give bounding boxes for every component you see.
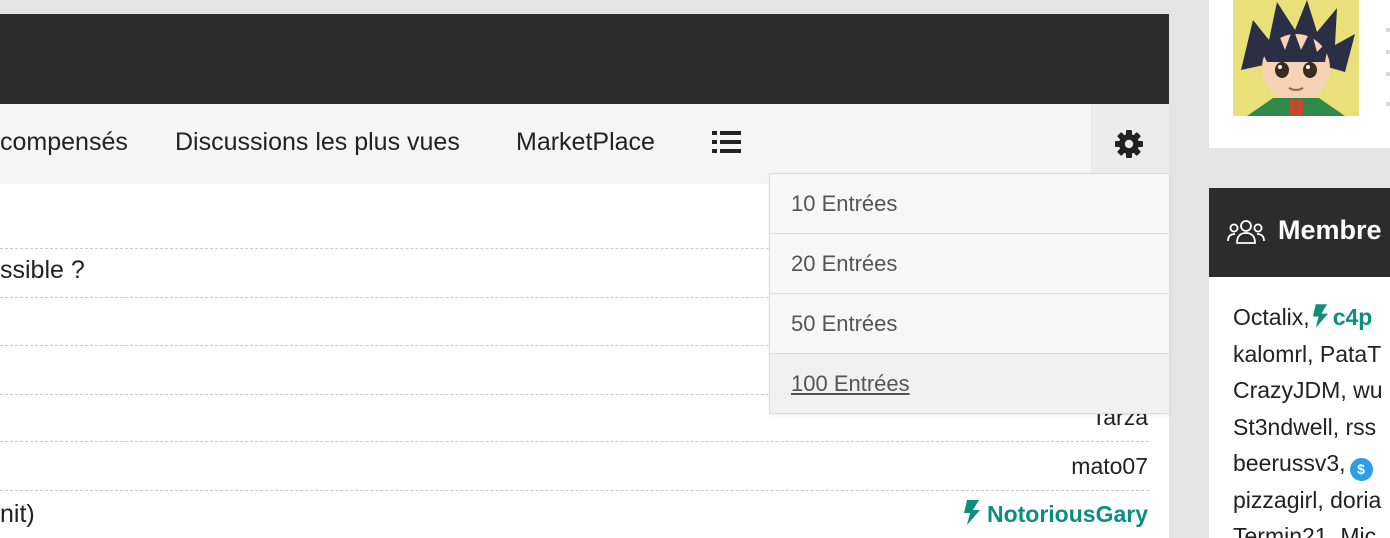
member-name[interactable]: Octalix, (1233, 304, 1310, 330)
topic-title[interactable]: nit) (0, 500, 35, 529)
member-names-line[interactable]: pizzagirl, doria (1233, 482, 1390, 519)
topic-title[interactable]: ssible ? (0, 256, 85, 285)
member-names-line[interactable]: kalomrl, PataT (1233, 336, 1390, 373)
members-list: Octalix, c4p kalomrl, PataT CrazyJDM, wu … (1233, 299, 1390, 538)
online-members-card: Membre Octalix, c4p kalomrl, PataT CrazyJ… (1209, 188, 1390, 538)
lightning-bolt-icon (963, 500, 980, 525)
dollar-badge-icon: $ (1349, 458, 1373, 481)
avatar[interactable] (1233, 0, 1359, 116)
member-name[interactable]: beerussv3, (1233, 450, 1346, 476)
member-names-line[interactable]: CrazyJDM, wu (1233, 372, 1390, 409)
top-header-bar (0, 14, 1169, 104)
dropdown-option-50[interactable]: 50 Entrées (770, 294, 1169, 354)
member-name[interactable]: c4p (1333, 304, 1373, 330)
topic-row: nit) NotoriousGary (0, 490, 1149, 538)
profile-detail-line (1386, 50, 1390, 54)
dropdown-option-10[interactable]: 10 Entrées (770, 174, 1169, 234)
profile-detail-line (1386, 102, 1390, 106)
entries-per-page-dropdown: 10 Entrées 20 Entrées 50 Entrées 100 Ent… (769, 173, 1170, 414)
profile-detail-line (1386, 28, 1390, 32)
author-name: NotoriousGary (986, 501, 1148, 527)
profile-card (1209, 0, 1390, 148)
nav-tab-marketplace[interactable]: MarketPlace (516, 127, 655, 157)
profile-detail-line (1386, 72, 1390, 76)
forum-nav-bar: compensés Discussions les plus vues Mark… (0, 104, 1169, 184)
member-names-line[interactable]: St3ndwell, rss (1233, 409, 1390, 446)
members-header: Membre (1209, 188, 1390, 277)
nav-tab-recompenses[interactable]: compensés (0, 127, 128, 157)
topic-author[interactable]: NotoriousGary (963, 500, 1148, 528)
dropdown-option-20[interactable]: 20 Entrées (770, 234, 1169, 294)
nav-tab-most-viewed[interactable]: Discussions les plus vues (175, 127, 460, 157)
settings-button[interactable] (1091, 104, 1169, 184)
member-names-line[interactable]: Termin21, Mic (1233, 518, 1390, 538)
dropdown-option-100[interactable]: 100 Entrées (770, 354, 1169, 413)
list-icon[interactable] (712, 129, 742, 155)
users-icon (1227, 220, 1265, 244)
topic-author[interactable]: mato07 (1071, 453, 1148, 480)
topic-row: mato07 (0, 441, 1149, 491)
members-title: Membre (1278, 215, 1382, 245)
gear-icon (1115, 130, 1143, 158)
lightning-bolt-icon (1312, 304, 1328, 328)
